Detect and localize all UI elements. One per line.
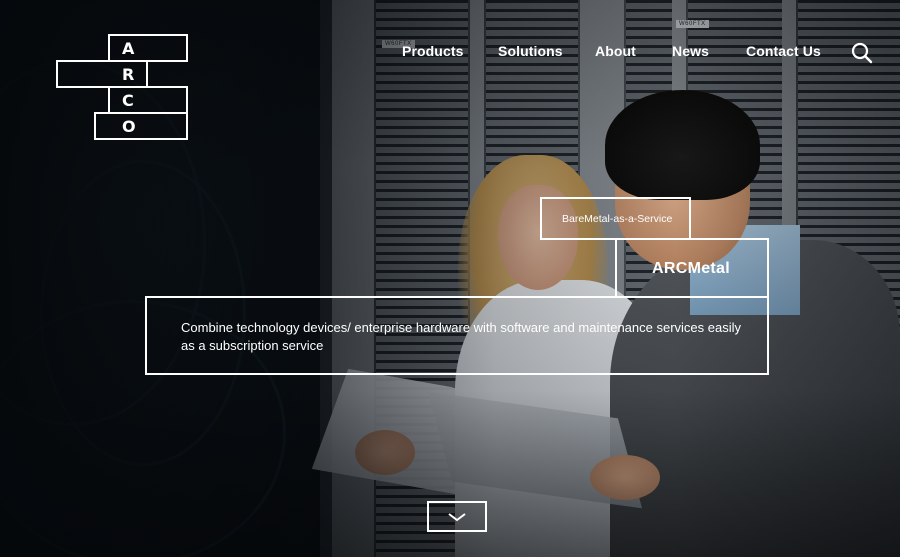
search-icon[interactable] — [851, 42, 873, 64]
logo-letter-c: C — [122, 91, 134, 110]
hero-title: ARCMetal — [652, 260, 730, 277]
logo-letter-r: R — [122, 65, 135, 84]
chevron-down-icon — [448, 512, 466, 521]
main-nav: Products Solutions About News Contact Us — [0, 43, 900, 63]
logo-letter-o: O — [122, 117, 136, 136]
hero-description: Combine technology devices/ enterprise h… — [181, 320, 742, 353]
scroll-down-button[interactable] — [427, 501, 487, 532]
hero-tag: BareMetal-as-a-Service — [562, 213, 673, 225]
nav-item-news[interactable]: News — [672, 43, 709, 59]
nav-item-contact-us[interactable]: Contact Us — [746, 43, 821, 59]
logo-block-c — [108, 86, 188, 114]
nav-item-about[interactable]: About — [595, 43, 636, 59]
nav-item-solutions[interactable]: Solutions — [498, 43, 563, 59]
hero-section: W60FTX W60FTX A R C O Products Solutions… — [0, 0, 900, 557]
nav-item-products[interactable]: Products — [402, 43, 463, 59]
logo-block-o — [94, 112, 188, 140]
